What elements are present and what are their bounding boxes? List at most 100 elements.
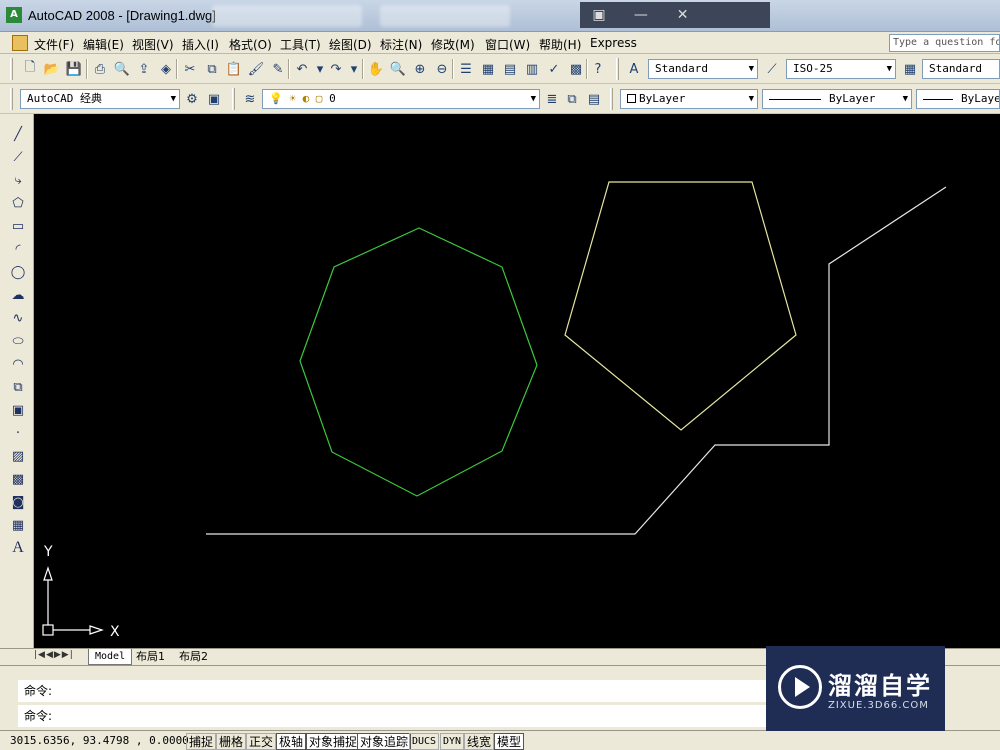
undo-icon[interactable]: ↶ (292, 59, 312, 79)
cut-icon[interactable]: ✂ (180, 59, 200, 79)
plot-preview-icon[interactable]: 🔍 (112, 59, 132, 79)
match-properties-icon[interactable]: 🖌 (246, 59, 266, 79)
chevron-down-icon[interactable]: ▼ (903, 90, 908, 108)
lineweight-toggle[interactable]: 线宽 (464, 733, 495, 750)
ellipse-arc-icon[interactable]: ◠ (8, 354, 28, 374)
command-input[interactable]: 命令: (18, 705, 778, 727)
make-block-icon[interactable]: ▣ (8, 400, 28, 420)
text-style-select[interactable]: Standard ▼ (648, 59, 758, 79)
tab-nav-arrows-icon[interactable]: |◀◀▶▶| (34, 650, 74, 660)
point-icon[interactable]: · (8, 423, 28, 443)
polyline-icon[interactable]: ⤷ (8, 170, 28, 190)
chevron-down-icon[interactable]: ▼ (749, 60, 754, 78)
menu-modify[interactable]: 修改(M) (431, 36, 475, 53)
octagon-shape[interactable] (299, 227, 538, 497)
make-object-layer-current-icon[interactable]: ≣ (542, 89, 562, 109)
markup-icon[interactable]: ✓ (544, 59, 564, 79)
polyline-shape[interactable] (206, 186, 947, 535)
polar-toggle[interactable]: 极轴 (276, 733, 307, 750)
calculator-icon[interactable]: ▩ (566, 59, 586, 79)
hatch-icon[interactable]: ▨ (8, 446, 28, 466)
workspace-settings-icon[interactable]: ⚙ (182, 89, 202, 109)
zoom-window-icon[interactable]: ⊕ (410, 59, 430, 79)
properties-icon[interactable]: ☰ (456, 59, 476, 79)
region-icon[interactable]: ◙ (8, 492, 28, 512)
line-icon[interactable]: ╱ (8, 124, 28, 144)
workspace-save-icon[interactable]: ▣ (204, 89, 224, 109)
osnap-toggle[interactable]: 对象捕捉 (306, 733, 361, 750)
tool-palettes-icon[interactable]: ▤ (500, 59, 520, 79)
table-icon[interactable]: ▦ (8, 515, 28, 535)
chevron-down-icon[interactable]: ▼ (171, 90, 176, 108)
menu-file[interactable]: 文件(F) (34, 36, 74, 53)
arc-icon[interactable]: ◜ (8, 239, 28, 259)
dimension-style-select[interactable]: ISO-25 ▼ (786, 59, 896, 79)
copy-icon[interactable]: ⧉ (202, 59, 222, 79)
spline-icon[interactable]: ∿ (8, 308, 28, 328)
plot-icon[interactable]: ⎙ (90, 59, 110, 79)
layer-states-icon[interactable]: ▤ (584, 89, 604, 109)
toolbar-grip[interactable] (10, 58, 13, 80)
layer-properties-icon[interactable]: ≋ (240, 89, 260, 109)
polygon-icon[interactable]: ⬠ (8, 193, 28, 213)
toolbar-grip[interactable] (616, 58, 619, 80)
ortho-toggle[interactable]: 正交 (246, 733, 277, 750)
document-icon[interactable] (12, 35, 28, 51)
menu-tools[interactable]: 工具(T) (280, 36, 321, 53)
redo-icon[interactable]: ↷ (326, 59, 346, 79)
menu-view[interactable]: 视图(V) (132, 36, 174, 53)
sheet-set-icon[interactable]: ▥ (522, 59, 542, 79)
design-center-icon[interactable]: ▦ (478, 59, 498, 79)
tab-layout1[interactable]: 布局1 (130, 649, 171, 665)
snap-toggle[interactable]: 捕捉 (186, 733, 217, 750)
circle-icon[interactable]: ◯ (8, 262, 28, 282)
grid-toggle[interactable]: 栅格 (216, 733, 247, 750)
paste-icon[interactable]: 📋 (224, 59, 244, 79)
open-icon[interactable]: 📂 (42, 59, 62, 79)
layer-select[interactable]: 💡 ☀ ◐ ▢ 0 ▼ (262, 89, 540, 109)
coordinate-readout[interactable]: 3015.6356, 93.4798 , 0.0000 (10, 734, 189, 747)
help-search-input[interactable]: Type a question for (889, 34, 1000, 52)
ellipse-icon[interactable]: ⬭ (8, 331, 28, 351)
otrack-toggle[interactable]: 对象追踪 (357, 733, 412, 750)
construction-line-icon[interactable]: ⟋ (8, 147, 28, 167)
zoom-previous-icon[interactable]: ⊖ (432, 59, 452, 79)
menu-window[interactable]: 窗口(W) (485, 36, 530, 53)
table-style-icon[interactable]: ▦ (900, 59, 920, 79)
pan-icon[interactable]: ✋ (366, 59, 386, 79)
insert-block-icon[interactable]: ⧉ (8, 377, 28, 397)
gradient-icon[interactable]: ▩ (8, 469, 28, 489)
color-select[interactable]: ByLayer ▼ (620, 89, 758, 109)
toolbar-grip[interactable] (610, 88, 613, 110)
redo-dropdown-icon[interactable]: ▾ (344, 59, 364, 79)
new-icon[interactable]: 🗋 (20, 59, 40, 79)
menu-dimension[interactable]: 标注(N) (380, 36, 422, 53)
menu-help[interactable]: 帮助(H) (539, 36, 581, 53)
save-icon[interactable]: 💾 (64, 59, 84, 79)
dimension-style-icon[interactable]: ⟋ (762, 59, 782, 79)
chevron-down-icon[interactable]: ▼ (749, 90, 754, 108)
3d-dwf-icon[interactable]: ◈ (156, 59, 176, 79)
lineweight-select[interactable]: ByLayer (916, 89, 1000, 109)
block-editor-icon[interactable]: ✎ (268, 59, 288, 79)
dyn-toggle[interactable]: DYN (440, 733, 465, 750)
autocad-app-icon[interactable]: A (6, 7, 22, 23)
model-space-toggle[interactable]: 模型 (494, 733, 525, 750)
tab-model[interactable]: Model (88, 649, 133, 665)
chevron-down-icon[interactable]: ▼ (887, 60, 892, 78)
menu-edit[interactable]: 编辑(E) (83, 36, 124, 53)
publish-icon[interactable]: ⇪ (134, 59, 154, 79)
pentagon-shape[interactable] (564, 181, 797, 431)
linetype-select[interactable]: ByLayer ▼ (762, 89, 912, 109)
help-icon[interactable]: ? (588, 59, 608, 79)
toolbar-grip[interactable] (232, 88, 235, 110)
ducs-toggle[interactable]: DUCS (409, 733, 440, 750)
tab-layout2[interactable]: 布局2 (173, 649, 214, 665)
chevron-down-icon[interactable]: ▼ (531, 90, 536, 108)
table-style-select[interactable]: Standard (922, 59, 1000, 79)
zoom-realtime-icon[interactable]: 🔍 (388, 59, 408, 79)
multiline-text-icon[interactable]: A (8, 538, 28, 558)
drawing-canvas[interactable]: Y X (34, 114, 1000, 648)
menu-format[interactable]: 格式(O) (229, 36, 272, 53)
layer-previous-icon[interactable]: ⧉ (562, 89, 582, 109)
